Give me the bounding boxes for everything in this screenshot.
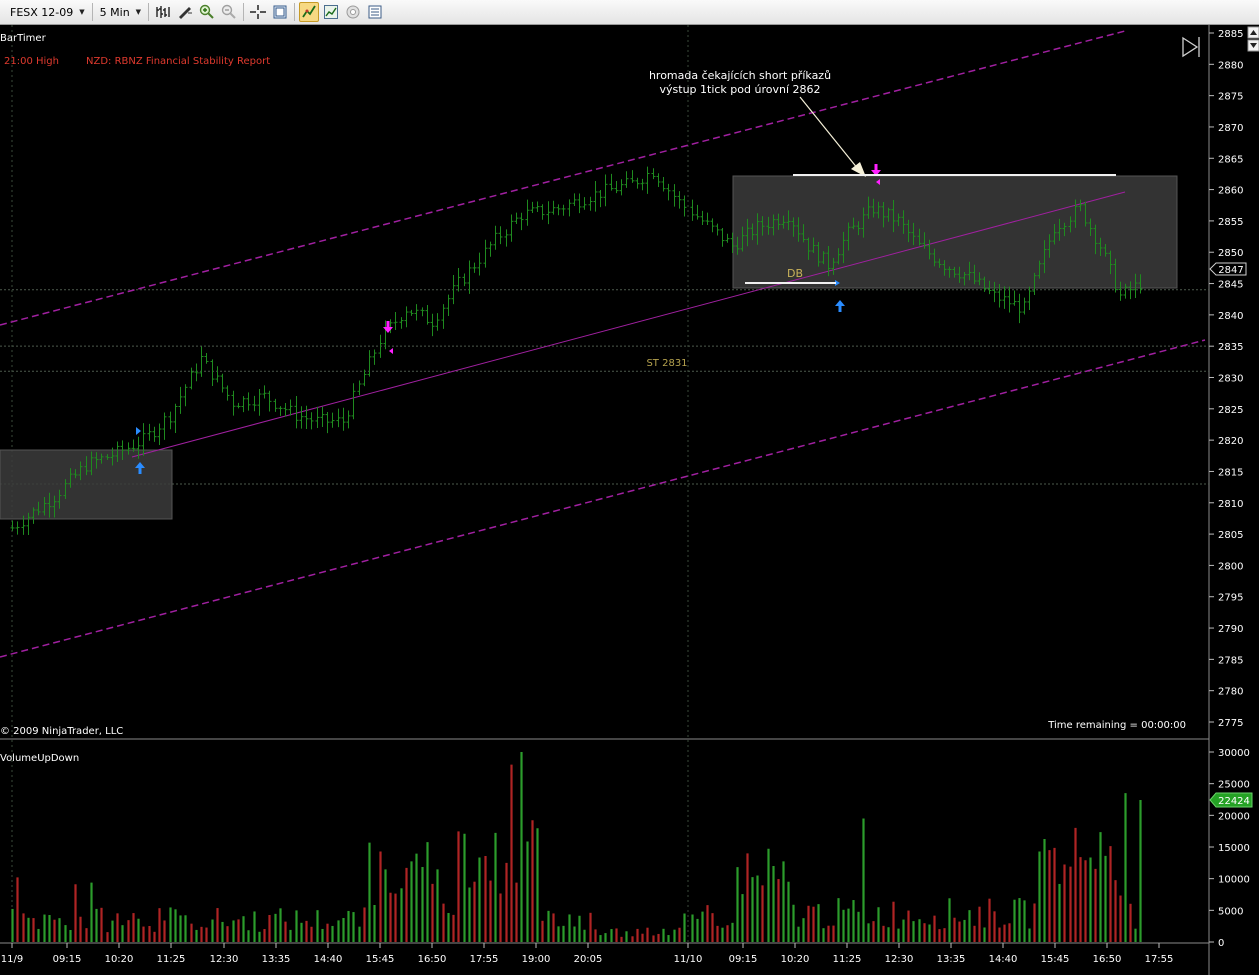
properties-icon[interactable]: [343, 2, 363, 22]
data-box-icon[interactable]: [270, 2, 290, 22]
time-tick-label: 14:40: [314, 954, 343, 965]
time-tick-label: 10:20: [105, 954, 134, 965]
chart-toolbar: FESX 12-09 ▼ 5 Min ▼: [0, 0, 1259, 25]
price-tick-label: 2775: [1218, 718, 1243, 729]
volume-tick-label: 15000: [1218, 843, 1250, 854]
price-tick-label: 2865: [1218, 154, 1243, 165]
volume-label: VolumeUpDown: [0, 753, 79, 764]
price-tick-label: 2850: [1218, 248, 1243, 259]
annotation-line-2: výstup 1tick pod úrovní 2862: [660, 83, 821, 96]
price-tick-label: 2820: [1218, 436, 1243, 447]
price-tick-label: 2805: [1218, 530, 1243, 541]
instrument-selector[interactable]: FESX 12-09 ▼: [6, 2, 89, 22]
price-tick-label: 2790: [1218, 624, 1243, 635]
price-tick-label: 2810: [1218, 499, 1243, 510]
volume-tick-label: 10000: [1218, 875, 1250, 886]
price-tick-label: 2835: [1218, 342, 1243, 353]
price-tick-label: 2855: [1218, 217, 1243, 228]
indicators-icon[interactable]: [299, 2, 320, 22]
time-tick-label: 14:40: [989, 954, 1018, 965]
price-tick-label: 2860: [1218, 186, 1243, 197]
time-tick-label: 13:35: [262, 954, 291, 965]
draw-tool-icon[interactable]: [175, 2, 195, 22]
time-tick-label: 16:50: [1093, 954, 1122, 965]
sell-arrow-marker: [874, 164, 878, 171]
time-tick-label: 15:45: [1041, 954, 1070, 965]
price-tick-label: 2795: [1218, 593, 1243, 604]
buy-arrow-marker: [838, 305, 842, 312]
volume-tick-label: 25000: [1218, 780, 1250, 791]
time-tick-label: 09:15: [729, 954, 758, 965]
price-tick-label: 2845: [1218, 280, 1243, 291]
time-remaining: Time remaining = 00:00:00: [1047, 720, 1186, 731]
toolbar-divider: [294, 3, 296, 21]
db-label: DB: [787, 267, 803, 280]
export-icon[interactable]: [365, 2, 385, 22]
annotation-line-1: hromada čekajících short příkazů: [649, 69, 831, 82]
time-tick-label: 13:35: [937, 954, 966, 965]
chart-background: [0, 25, 1259, 975]
price-tick-label: 2815: [1218, 467, 1243, 478]
time-tick-label: 11/9: [1, 954, 23, 965]
time-tick-label: 09:15: [53, 954, 82, 965]
st-label: ST 2831: [646, 358, 687, 369]
crosshair-icon[interactable]: [248, 2, 268, 22]
volume-tick-label: 0: [1218, 938, 1224, 949]
toolbar-divider: [243, 3, 245, 21]
axis-scroll-up-icon[interactable]: [1247, 26, 1259, 39]
price-tick-label: 2840: [1218, 311, 1243, 322]
event-text: NZD: RBNZ Financial Stability Report: [86, 56, 270, 67]
volume-tick-label: 20000: [1218, 811, 1250, 822]
price-tick-label: 2830: [1218, 374, 1243, 385]
event-time: 21:00 High: [4, 56, 59, 67]
toolbar-divider: [91, 3, 93, 21]
strategies-icon[interactable]: [321, 2, 341, 22]
buy-arrow-marker: [138, 467, 142, 474]
price-tick-label: 2780: [1218, 687, 1243, 698]
interval-selector[interactable]: 5 Min ▼: [96, 2, 145, 22]
price-tick-label: 2880: [1218, 60, 1243, 71]
copyright: © 2009 NinjaTrader, LLC: [0, 726, 123, 737]
time-tick-label: 12:30: [210, 954, 239, 965]
time-tick-label: 15:45: [366, 954, 395, 965]
time-tick-label: 19:00: [522, 954, 551, 965]
chevron-down-icon: ▼: [79, 8, 85, 16]
current-price-tag: 2847: [1209, 262, 1247, 276]
price-tick-label: 2825: [1218, 405, 1243, 416]
current-volume-tag: 22424: [1209, 792, 1253, 808]
toolbar-divider: [148, 3, 150, 21]
price-tick-label: 2870: [1218, 123, 1243, 134]
bar-type-icon[interactable]: [153, 2, 173, 22]
interval-label: 5 Min: [99, 5, 130, 19]
current-price-label: 2847: [1218, 265, 1243, 276]
zoom-in-icon[interactable]: [197, 2, 217, 22]
sell-arrow-marker: [386, 321, 390, 328]
price-tick-label: 2800: [1218, 561, 1243, 572]
time-tick-label: 20:05: [574, 954, 603, 965]
time-tick-label: 12:30: [885, 954, 914, 965]
price-tick-label: 2785: [1218, 655, 1243, 666]
indicator-label: BarTimer: [0, 33, 47, 44]
current-volume-label: 22424: [1218, 796, 1250, 807]
time-tick-label: 11:25: [833, 954, 862, 965]
zoom-out-icon[interactable]: [219, 2, 239, 22]
price-chart[interactable]: 2885 2880 2875 2870 2865 2860 2855 2850 2845 2840…: [0, 25, 1259, 975]
time-tick-label: 17:55: [1145, 954, 1174, 965]
axis-scroll-down-icon[interactable]: [1247, 39, 1259, 52]
instrument-label: FESX 12-09: [10, 5, 74, 19]
time-tick-label: 17:55: [470, 954, 499, 965]
time-tick-label: 11:25: [157, 954, 186, 965]
chevron-down-icon: ▼: [135, 8, 142, 16]
volume-tick-label: 30000: [1218, 748, 1250, 759]
time-tick-label: 10:20: [781, 954, 810, 965]
price-tick-label: 2875: [1218, 92, 1243, 103]
volume-tick-label: 5000: [1218, 906, 1243, 917]
time-tick-label: 16:50: [418, 954, 447, 965]
price-tick-label: 2885: [1218, 29, 1243, 40]
time-tick-label: 11/10: [674, 954, 703, 965]
